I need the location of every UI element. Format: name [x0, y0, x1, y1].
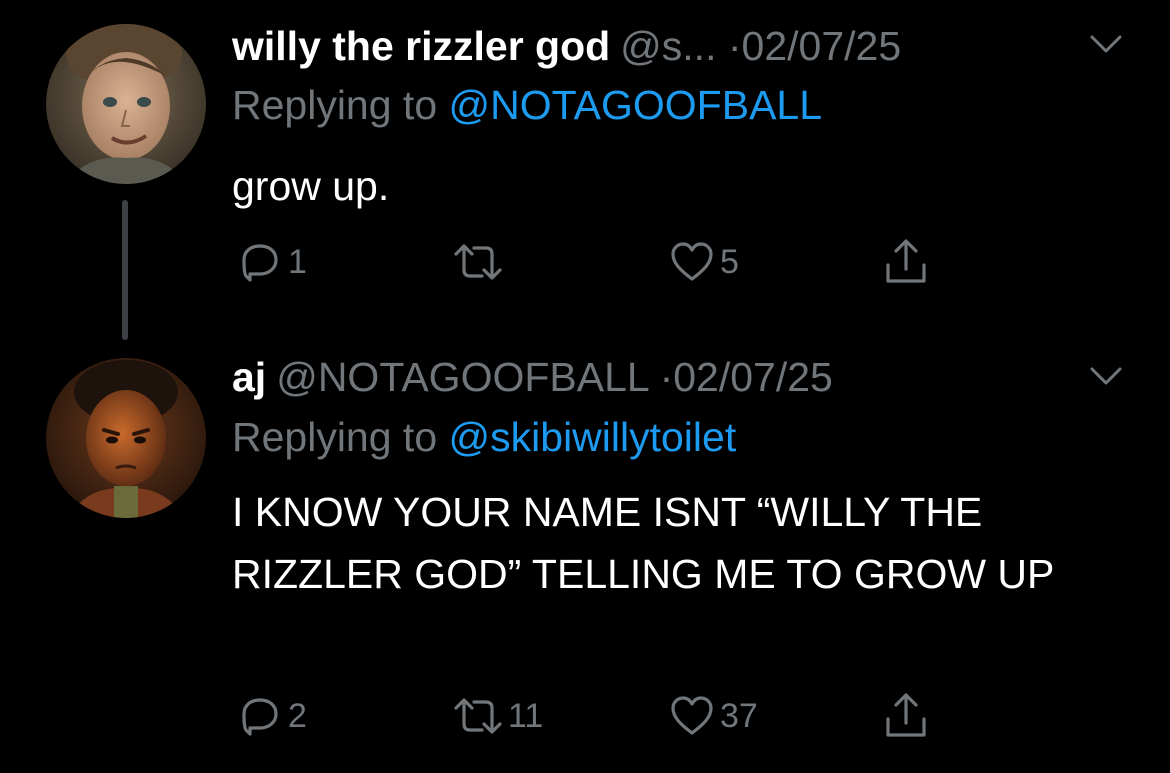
replying-to-mention[interactable]: @skibiwillytoilet — [449, 414, 737, 460]
avatar[interactable] — [46, 24, 206, 184]
heart-icon — [671, 696, 713, 735]
reply-icon — [242, 698, 278, 736]
replying-to: Replying to @skibiwillytoilet — [232, 412, 736, 462]
like-count: 5 — [720, 242, 739, 281]
share-icon — [886, 239, 926, 283]
reply-count: 1 — [288, 242, 307, 281]
retweet-button[interactable] — [452, 232, 508, 292]
replying-to: Replying to @NOTAGOOFBALL — [232, 80, 822, 130]
handle[interactable]: @s... — [620, 23, 716, 69]
tweet-header: willy the rizzler god @s... ·02/07/25 — [232, 21, 901, 71]
reply-icon — [242, 244, 278, 282]
replying-to-mention[interactable]: @NOTAGOOFBALL — [449, 82, 822, 128]
retweet-icon — [454, 244, 502, 280]
tweet-date[interactable]: 02/07/25 — [673, 354, 833, 400]
tweet-date[interactable]: 02/07/25 — [742, 23, 902, 69]
tweet-text: grow up. — [232, 163, 390, 209]
separator-dot: · — [659, 354, 674, 400]
retweet-count: 11 — [508, 696, 544, 735]
tweet[interactable]: willy the rizzler god @s... ·02/07/25 Rep… — [0, 0, 1170, 340]
like-button[interactable]: 5 — [668, 232, 739, 292]
retweet-button[interactable]: 11 — [452, 686, 543, 746]
retweet-icon — [454, 698, 502, 734]
reply-thread: willy the rizzler god @s... ·02/07/25 Rep… — [0, 0, 1170, 773]
avatar-image — [46, 24, 206, 184]
share-button[interactable] — [882, 232, 930, 292]
share-icon — [886, 693, 926, 737]
chevron-down-icon[interactable] — [1086, 364, 1126, 388]
avatar[interactable] — [46, 358, 206, 518]
chevron-down-icon[interactable] — [1086, 32, 1126, 56]
tweet-text: I KNOW YOUR NAME ISNT “WILLY THE RIZZLER… — [232, 489, 1055, 597]
avatar-image — [46, 358, 206, 518]
tweet[interactable]: aj @NOTAGOOFBALL ·02/07/25 Replying to @s… — [0, 340, 1170, 773]
handle[interactable]: @NOTAGOOFBALL — [276, 354, 648, 400]
action-bar: 1 5 — [232, 232, 952, 292]
like-button[interactable]: 37 — [668, 686, 758, 746]
replying-to-label: Replying to — [232, 82, 438, 128]
display-name[interactable]: willy the rizzler god — [232, 23, 610, 69]
tweet-header: aj @NOTAGOOFBALL ·02/07/25 — [232, 352, 833, 402]
replying-to-label: Replying to — [232, 414, 438, 460]
reply-count: 2 — [288, 696, 307, 735]
action-bar: 2 11 37 — [232, 686, 952, 746]
reply-button[interactable]: 1 — [236, 232, 307, 292]
separator-dot: · — [727, 23, 742, 69]
thread-line — [122, 200, 128, 340]
like-count: 37 — [720, 696, 758, 735]
reply-button[interactable]: 2 — [236, 686, 307, 746]
heart-icon — [671, 242, 713, 281]
share-button[interactable] — [882, 686, 930, 746]
display-name[interactable]: aj — [232, 354, 266, 400]
